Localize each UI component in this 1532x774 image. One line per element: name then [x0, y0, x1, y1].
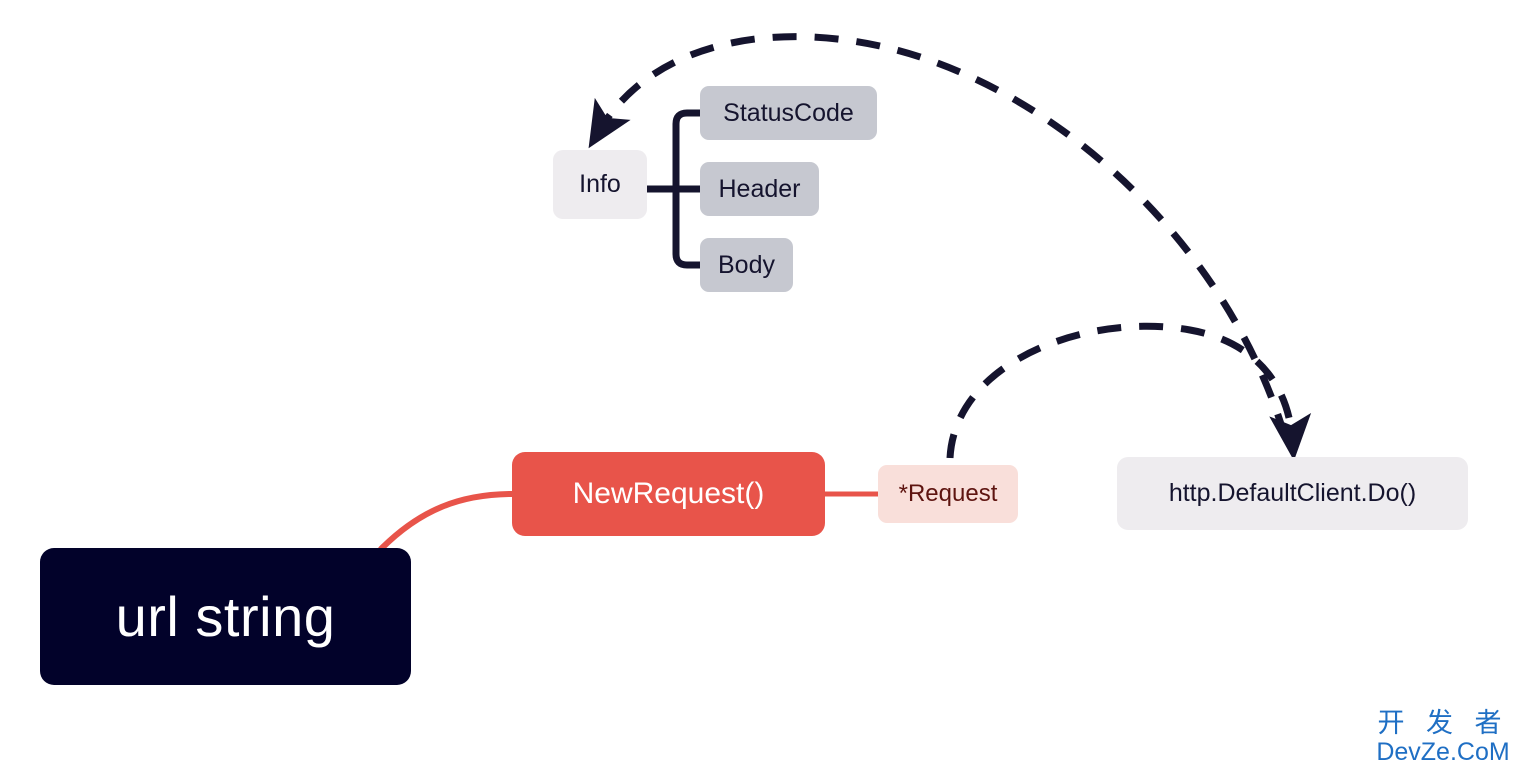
node-url-string[interactable]: url string	[40, 548, 411, 685]
node-http-defaultclient-do[interactable]: http.DefaultClient.Do()	[1117, 457, 1468, 530]
watermark-line-cn: 开 发 者	[1377, 708, 1509, 738]
edge-request-to-do	[946, 322, 1312, 461]
node-statuscode[interactable]: StatusCode	[700, 86, 877, 140]
watermark: 开 发 者 DevZe.CoM	[1368, 708, 1518, 770]
diagram-canvas: url string NewRequest() *Request http.De…	[0, 0, 1532, 774]
node-info[interactable]: Info	[553, 150, 647, 219]
node-header[interactable]: Header	[700, 162, 819, 216]
edge-info-to-statuscode	[672, 109, 704, 269]
node-body[interactable]: Body	[700, 238, 793, 292]
node-newrequest[interactable]: NewRequest()	[512, 452, 825, 536]
watermark-line-en: DevZe.CoM	[1376, 738, 1510, 766]
edge-url-to-newrequest	[378, 491, 516, 552]
node-request-pointer[interactable]: *Request	[878, 465, 1018, 523]
